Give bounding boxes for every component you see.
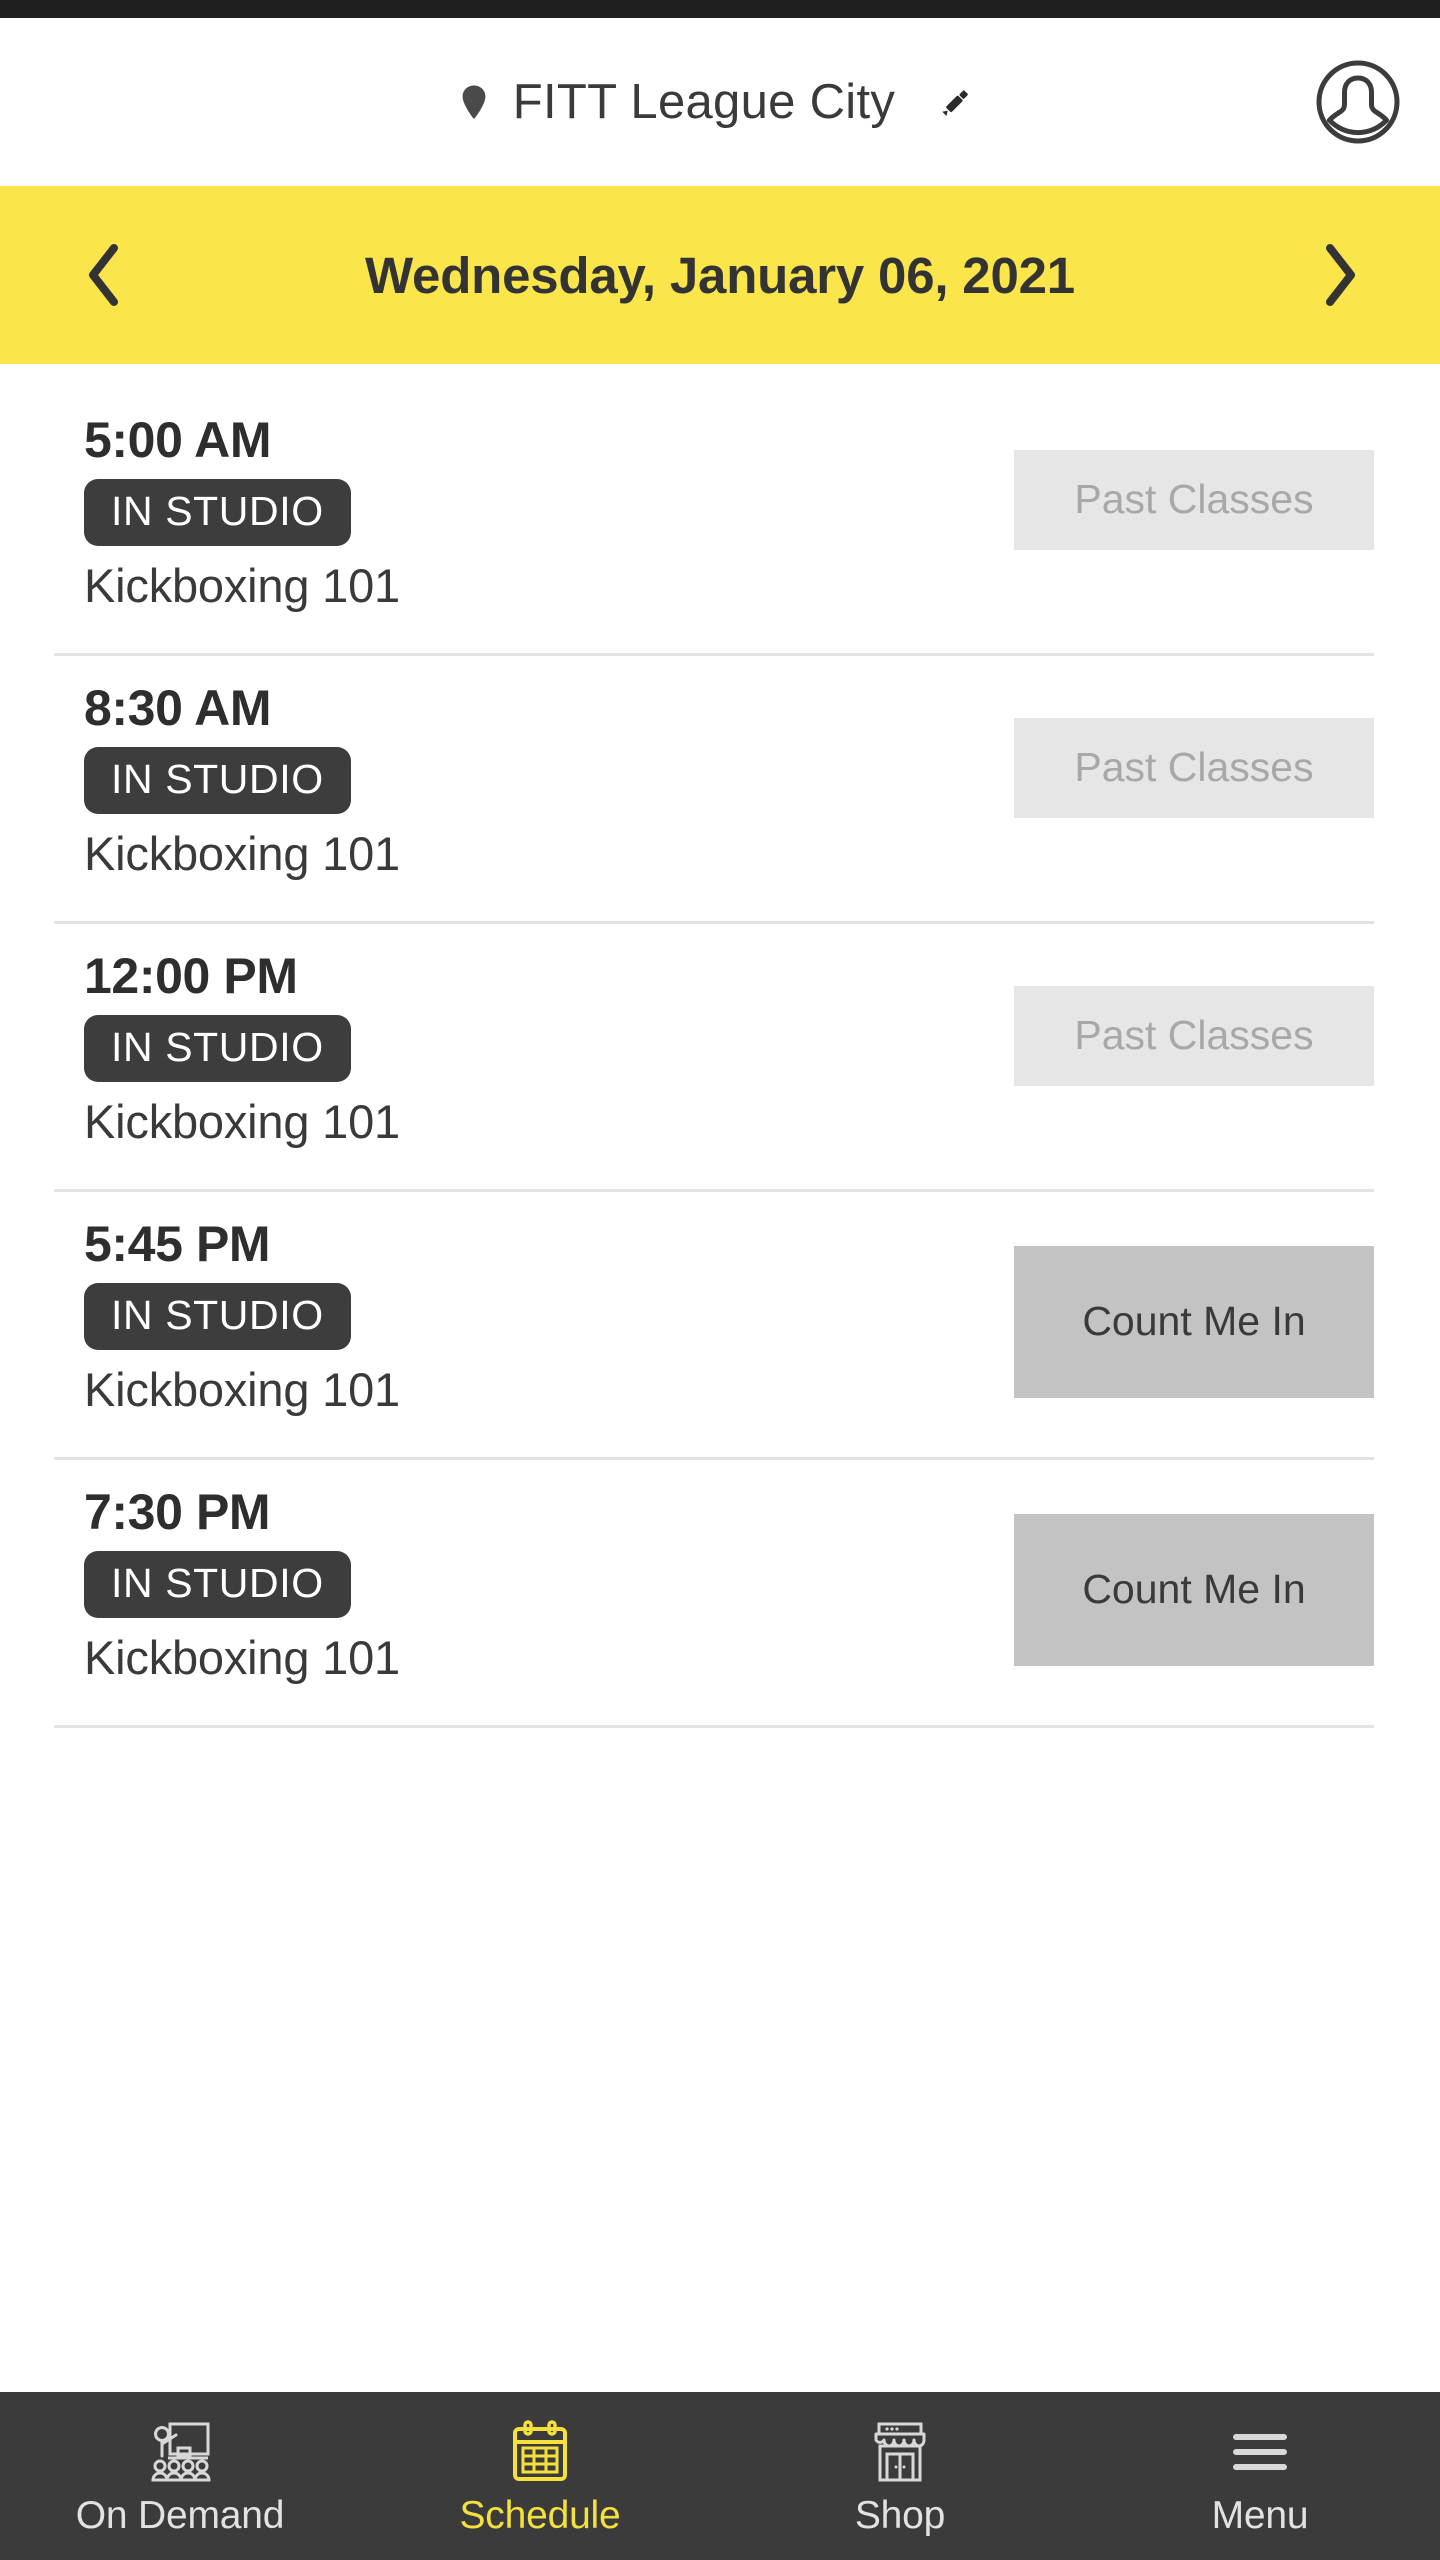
- class-name: Kickboxing 101: [84, 1095, 400, 1148]
- table-row[interactable]: 5:45 PM IN STUDIO Kickboxing 101 Count M…: [0, 1192, 1440, 1460]
- nav-label-menu: Menu: [1211, 2493, 1309, 2537]
- classroom-presentation-icon: [146, 2418, 214, 2486]
- nav-label-schedule: Schedule: [459, 2493, 621, 2537]
- map-pin-icon: [461, 85, 487, 119]
- current-date-label: Wednesday, January 06, 2021: [365, 246, 1075, 304]
- location-selector[interactable]: FITT League City: [461, 74, 979, 130]
- class-info: 7:30 PM IN STUDIO Kickboxing 101: [0, 1484, 1014, 1686]
- class-name: Kickboxing 101: [84, 559, 400, 612]
- class-time: 8:30 AM: [84, 680, 272, 736]
- class-info: 8:30 AM IN STUDIO Kickboxing 101: [0, 680, 1014, 882]
- bottom-navigation-bar: On Demand Schedule Shop Menu: [0, 2392, 1440, 2560]
- class-info: 5:00 AM IN STUDIO Kickboxing 101: [0, 412, 1014, 614]
- status-badge: IN STUDIO: [84, 479, 351, 546]
- user-avatar-icon[interactable]: [1314, 58, 1402, 146]
- pencil-icon[interactable]: [933, 79, 979, 125]
- class-action-button[interactable]: Past Classes: [1014, 986, 1374, 1086]
- nav-label-on-demand: On Demand: [75, 2493, 285, 2537]
- table-row[interactable]: 5:00 AM IN STUDIO Kickboxing 101 Past Cl…: [0, 388, 1440, 656]
- nav-item-menu[interactable]: Menu: [1080, 2392, 1440, 2560]
- status-bar: [0, 0, 1440, 18]
- next-day-button[interactable]: [1284, 186, 1394, 364]
- class-info: 5:45 PM IN STUDIO Kickboxing 101: [0, 1216, 1014, 1418]
- chevron-left-icon: [83, 242, 127, 308]
- previous-day-button[interactable]: [50, 186, 160, 364]
- table-row[interactable]: 12:00 PM IN STUDIO Kickboxing 101 Past C…: [0, 924, 1440, 1192]
- nav-item-schedule[interactable]: Schedule: [360, 2392, 720, 2560]
- location-title: FITT League City: [512, 75, 896, 129]
- class-time: 5:00 AM: [84, 412, 272, 468]
- hamburger-menu-icon: [1226, 2418, 1294, 2486]
- calendar-icon: [506, 2418, 574, 2486]
- nav-item-shop[interactable]: Shop: [720, 2392, 1080, 2560]
- date-navigation-bar: Wednesday, January 06, 2021: [0, 186, 1440, 364]
- status-badge: IN STUDIO: [84, 1551, 351, 1618]
- storefront-icon: [866, 2418, 934, 2486]
- class-time: 7:30 PM: [84, 1484, 271, 1540]
- class-time: 12:00 PM: [84, 948, 298, 1004]
- class-action-button[interactable]: Count Me In: [1014, 1514, 1374, 1666]
- app-root: FITT League City Wednesday, January 06, …: [0, 0, 1440, 2560]
- class-action-button[interactable]: Count Me In: [1014, 1246, 1374, 1398]
- class-schedule-list: 5:00 AM IN STUDIO Kickboxing 101 Past Cl…: [0, 364, 1440, 2392]
- chevron-right-icon: [1317, 242, 1361, 308]
- class-name: Kickboxing 101: [84, 1363, 400, 1416]
- table-row[interactable]: 8:30 AM IN STUDIO Kickboxing 101 Past Cl…: [0, 656, 1440, 924]
- table-row[interactable]: 7:30 PM IN STUDIO Kickboxing 101 Count M…: [0, 1460, 1440, 1728]
- class-time: 5:45 PM: [84, 1216, 271, 1272]
- status-badge: IN STUDIO: [84, 747, 351, 814]
- status-badge: IN STUDIO: [84, 1283, 351, 1350]
- class-action-button[interactable]: Past Classes: [1014, 718, 1374, 818]
- nav-label-shop: Shop: [854, 2493, 946, 2537]
- nav-item-on-demand[interactable]: On Demand: [0, 2392, 360, 2560]
- class-info: 12:00 PM IN STUDIO Kickboxing 101: [0, 948, 1014, 1150]
- class-action-button[interactable]: Past Classes: [1014, 450, 1374, 550]
- class-name: Kickboxing 101: [84, 1631, 400, 1684]
- app-header: FITT League City: [0, 18, 1440, 186]
- class-name: Kickboxing 101: [84, 827, 400, 880]
- status-badge: IN STUDIO: [84, 1015, 351, 1082]
